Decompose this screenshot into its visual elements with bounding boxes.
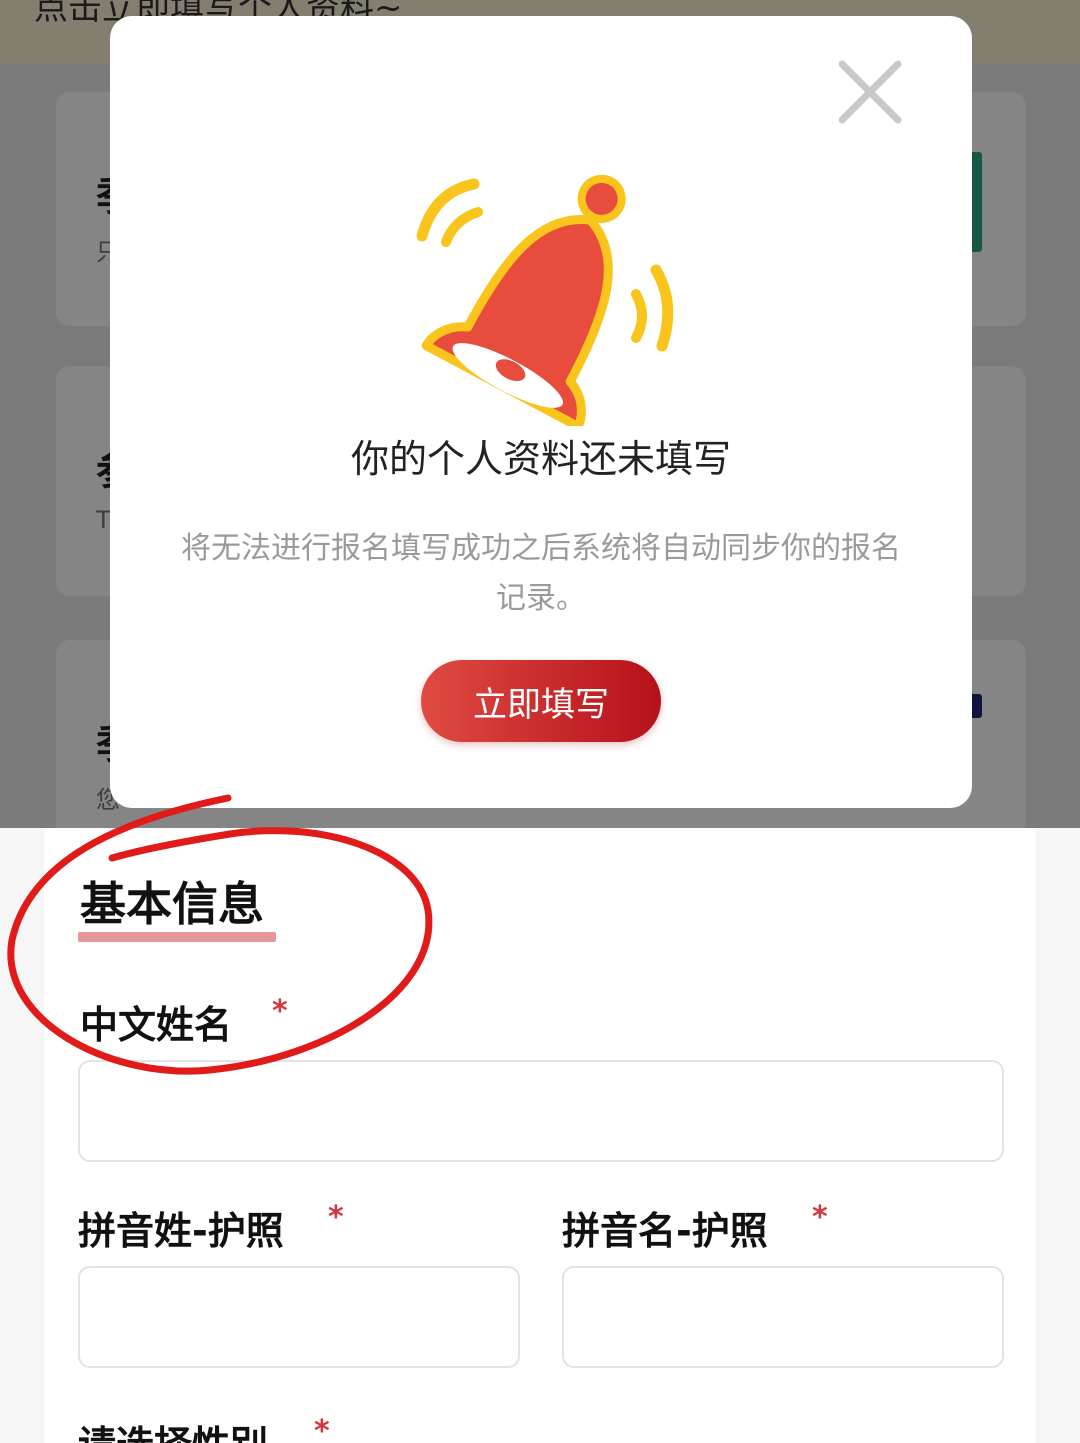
pinyin-surname-input[interactable]: [78, 1266, 520, 1368]
chinese-name-label: 中文姓名: [80, 1003, 233, 1047]
required-mark: *: [328, 1200, 344, 1235]
background-page: 点击立即填写个人资料~ 季 只 参 T 季 您: [0, 0, 1080, 828]
modal-description: 将无法进行报名填写成功之后系统将自动同步你的报名记录。: [181, 531, 901, 616]
required-mark: *: [314, 1414, 330, 1443]
section-title: 基本信息: [80, 877, 264, 931]
pinyin-surname-label: 拼音姓-护照: [78, 1209, 284, 1253]
pinyin-given-name-input[interactable]: [562, 1266, 1004, 1368]
chinese-name-input[interactable]: [78, 1060, 1004, 1162]
profile-reminder-modal: 你的个人资料还未填写 将无法进行报名填写成功之后系统将自动同步你的报名记录。 立…: [110, 16, 972, 808]
fill-now-button[interactable]: 立即填写: [421, 660, 661, 742]
modal-title: 你的个人资料还未填写: [350, 437, 731, 481]
required-mark: *: [812, 1200, 828, 1235]
gender-label: 请选择性别: [78, 1414, 268, 1443]
basic-info-form: 基本信息 中文姓名 * 拼音姓-护照 * 拼音名-护照 * 请选择性别 *: [44, 828, 1036, 1443]
close-icon[interactable]: [834, 56, 906, 128]
pinyin-given-name-label: 拼音名-护照: [562, 1209, 768, 1253]
bell-icon: [400, 166, 690, 431]
required-mark: *: [272, 994, 288, 1029]
